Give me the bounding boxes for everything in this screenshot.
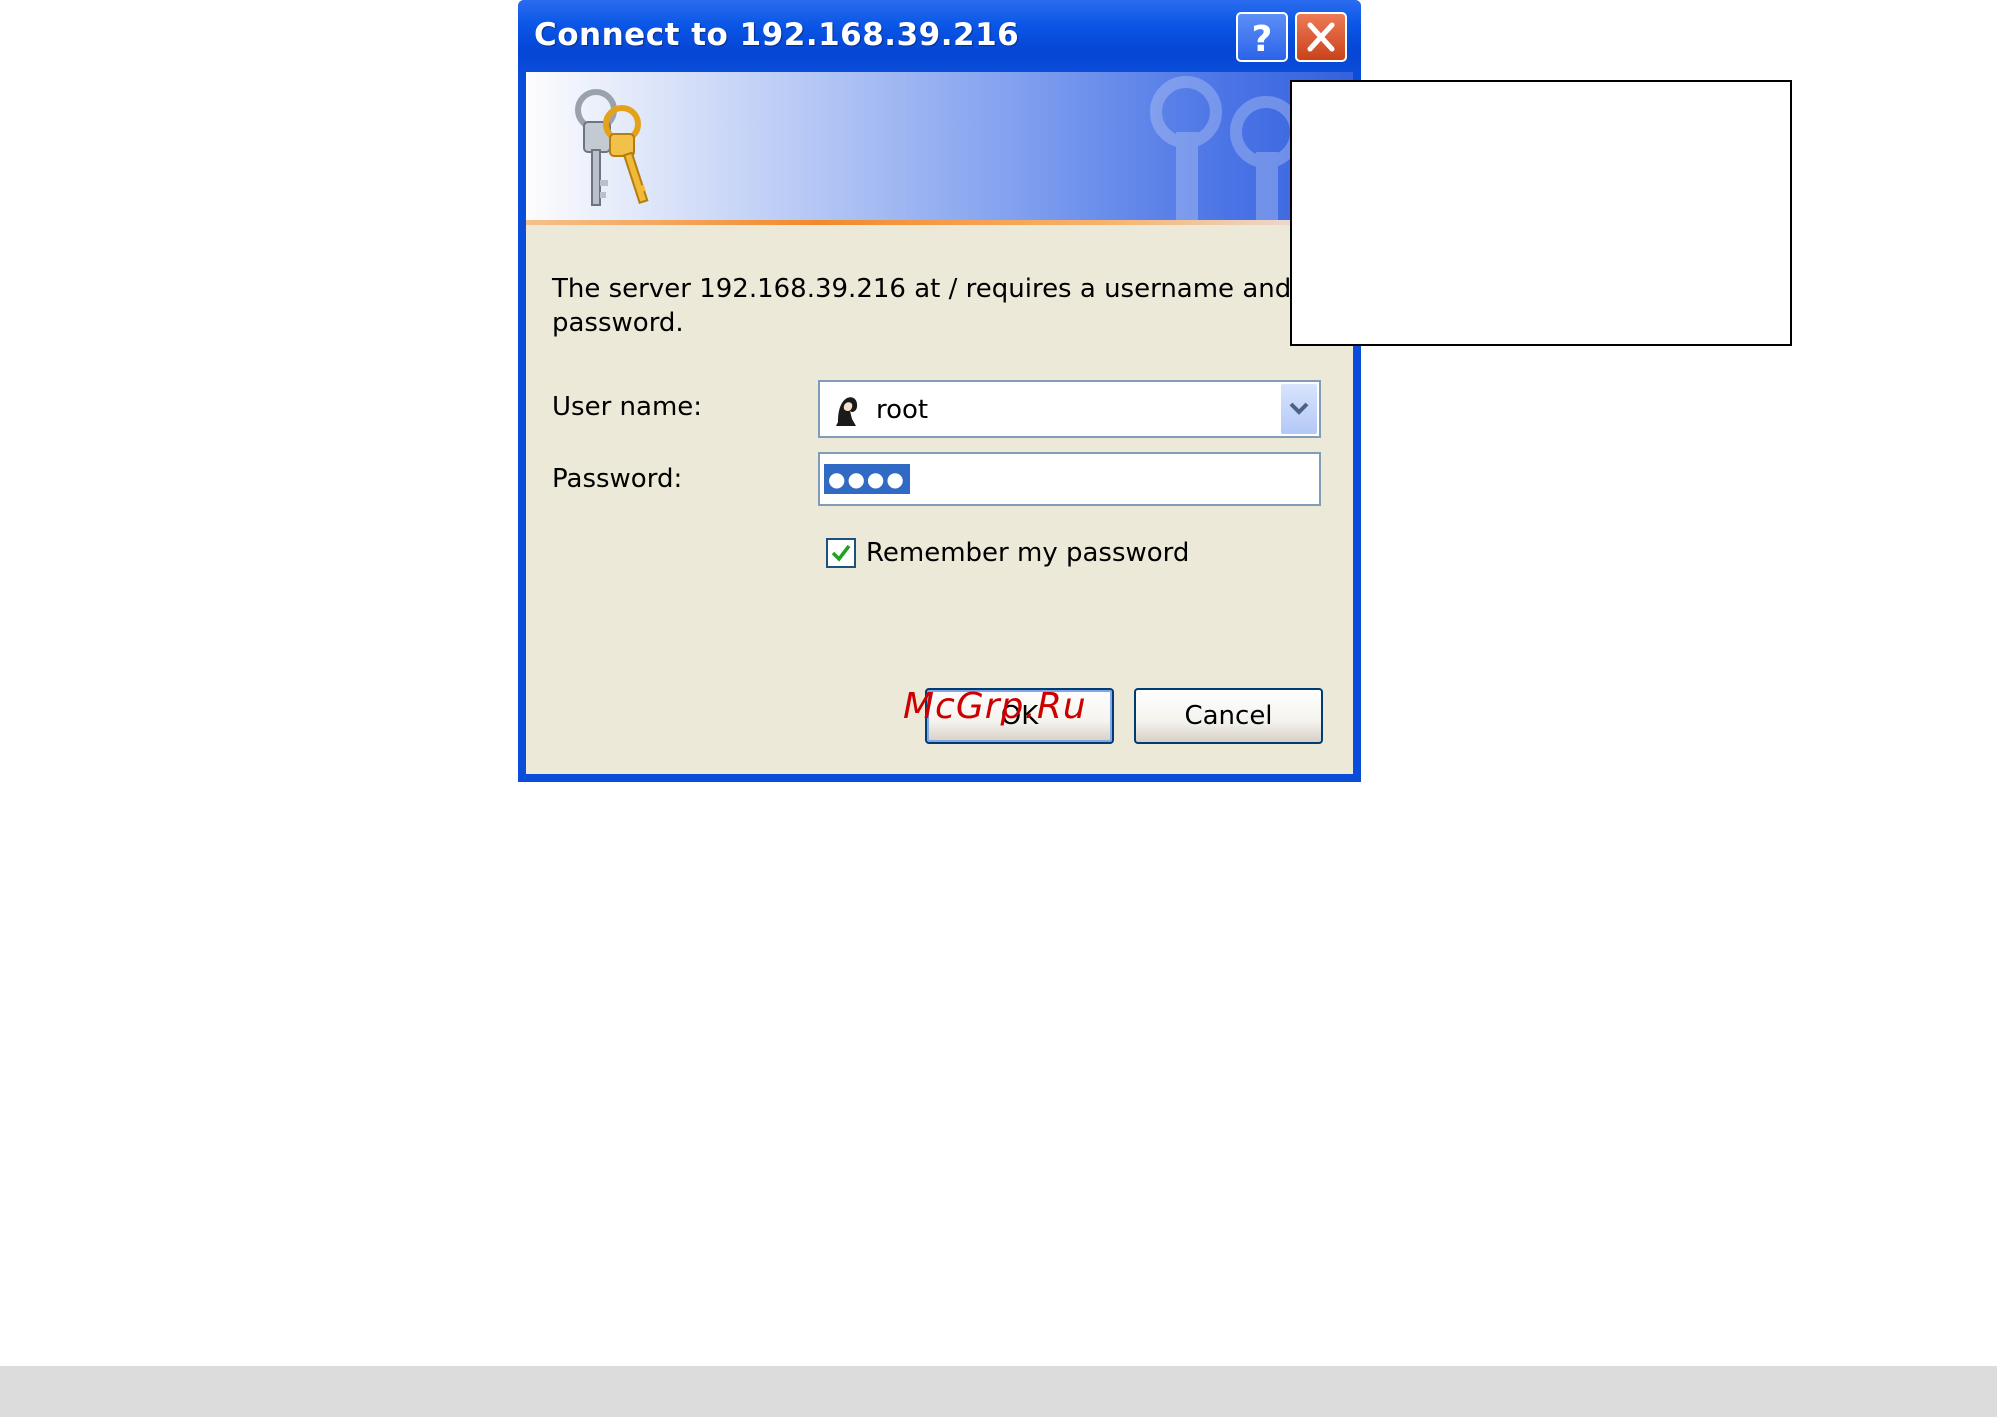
- blank-callout-box: [1290, 80, 1792, 346]
- help-button[interactable]: ?: [1236, 12, 1288, 62]
- remember-password-label[interactable]: Remember my password: [866, 538, 1189, 568]
- username-value: root: [876, 395, 929, 425]
- dialog-title: Connect to 192.168.39.216: [534, 17, 1020, 53]
- username-combobox[interactable]: root: [818, 380, 1321, 438]
- banner-stripe: [526, 220, 1353, 225]
- username-label: User name:: [552, 392, 703, 422]
- password-value: ●●●●: [824, 464, 910, 494]
- user-icon: [836, 397, 858, 426]
- chevron-down-icon: [1289, 402, 1309, 415]
- keys-icon: [575, 89, 649, 206]
- cancel-button-label: Cancel: [1184, 701, 1273, 731]
- close-icon: [1307, 22, 1335, 52]
- svg-text:?: ?: [1252, 19, 1273, 60]
- close-button[interactable]: [1295, 12, 1347, 62]
- password-field[interactable]: ●●●●: [818, 452, 1321, 506]
- password-label: Password:: [552, 464, 683, 494]
- checkmark-icon: [831, 544, 851, 562]
- dialog-banner: [526, 72, 1353, 220]
- title-bar[interactable]: Connect to 192.168.39.216 ?: [518, 0, 1361, 72]
- footer-bar: [0, 1366, 1997, 1417]
- auth-message: The server 192.168.39.216 at / requires …: [552, 274, 1292, 338]
- site-watermark: McGrp.Ru: [903, 686, 1087, 727]
- cancel-button[interactable]: Cancel: [1134, 688, 1323, 744]
- help-icon: ?: [1252, 19, 1273, 60]
- username-dropdown-button[interactable]: [1281, 384, 1317, 434]
- remember-password-checkbox[interactable]: [826, 538, 856, 568]
